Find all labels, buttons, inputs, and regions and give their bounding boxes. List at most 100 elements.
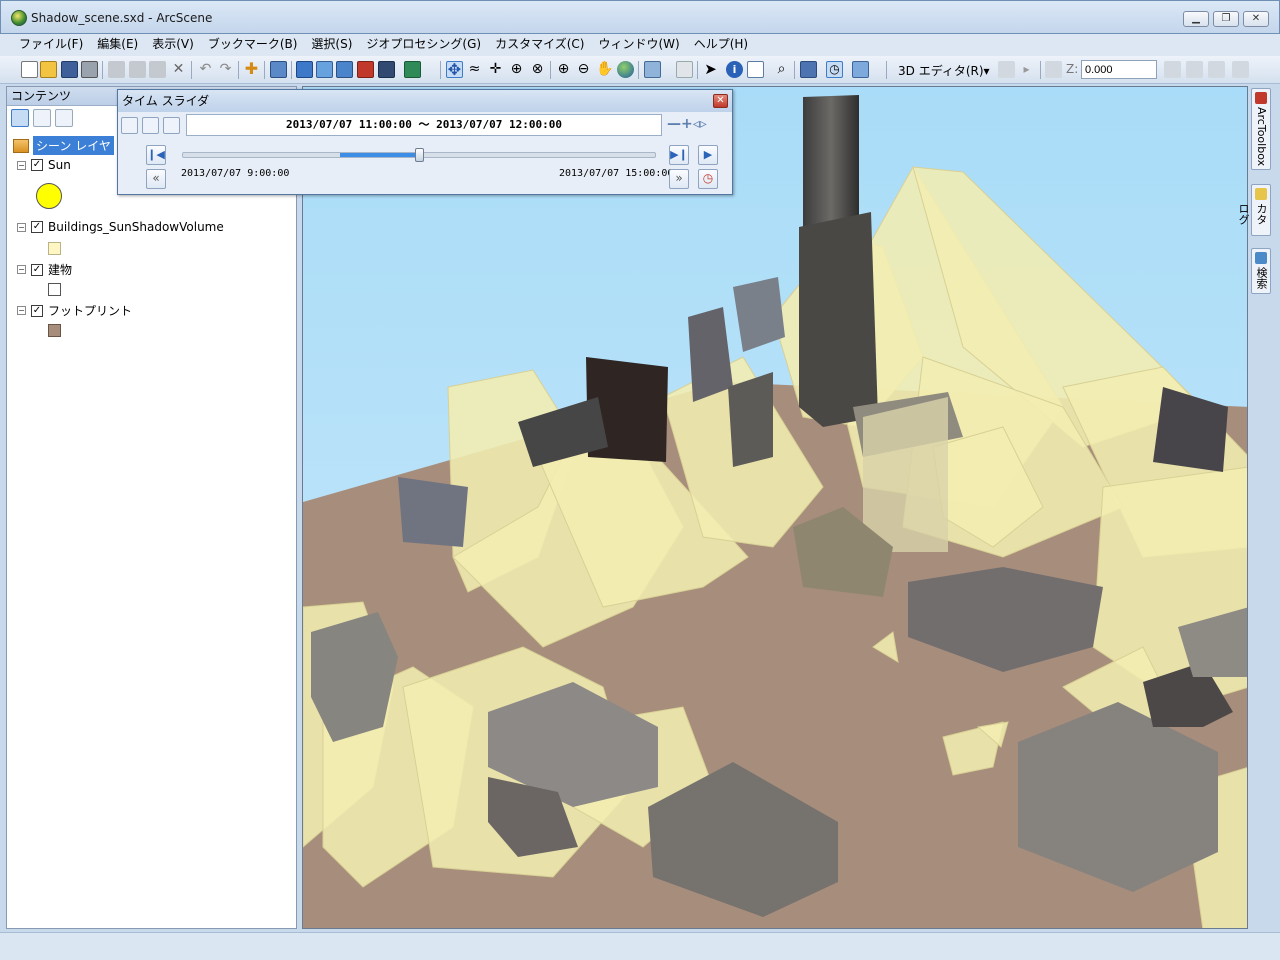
- z-value-input[interactable]: [1081, 60, 1157, 79]
- shadow-volume-symbol: [48, 242, 61, 255]
- collapse-icon[interactable]: −: [17, 265, 26, 274]
- layer-row-shadow-volume[interactable]: − ✓ Buildings_SunShadowVolume: [17, 220, 224, 234]
- search-tab[interactable]: 検索: [1251, 248, 1271, 294]
- identify-icon[interactable]: i: [726, 61, 743, 78]
- scene-canvas[interactable]: [303, 87, 1248, 929]
- export-video-icon[interactable]: [163, 117, 180, 134]
- list-by-source-icon[interactable]: [33, 109, 51, 127]
- close-icon[interactable]: ✕: [713, 94, 728, 108]
- arctoolbox-tab[interactable]: ArcToolbox: [1251, 88, 1271, 170]
- pan-icon[interactable]: ✋: [596, 61, 613, 78]
- center-on-target-icon[interactable]: ✛: [487, 61, 504, 78]
- delete-icon[interactable]: ✕: [170, 61, 187, 78]
- arcscene-icon: [11, 10, 27, 26]
- edit-tool-icon[interactable]: [998, 61, 1015, 78]
- list-by-visibility-icon[interactable]: [55, 109, 73, 127]
- zoom-in-icon[interactable]: ⊕: [555, 61, 572, 78]
- minimize-button[interactable]: ▁: [1183, 11, 1209, 27]
- print-icon[interactable]: [81, 61, 98, 78]
- layer-visibility-checkbox[interactable]: ✓: [31, 304, 43, 317]
- next-icon[interactable]: »: [669, 169, 689, 189]
- menu-edit[interactable]: 編集(E): [90, 34, 145, 56]
- clear-selection-icon[interactable]: [676, 61, 693, 78]
- navigate-icon[interactable]: ✥: [446, 61, 463, 78]
- fly-icon[interactable]: ≈: [466, 61, 483, 78]
- paste-icon[interactable]: [149, 61, 166, 78]
- close-button[interactable]: ✕: [1243, 11, 1269, 27]
- title-bar: Shadow_scene.sxd - ArcScene ▁ ❐ ✕: [0, 0, 1280, 34]
- time-track[interactable]: [182, 148, 656, 162]
- zoom-to-target-icon[interactable]: ⊕: [508, 61, 525, 78]
- snapping-icon[interactable]: [1164, 61, 1181, 78]
- html-popup-icon[interactable]: [747, 61, 764, 78]
- menu-geoprocessing[interactable]: ジオプロセシング(G): [359, 34, 488, 56]
- layer-row-footprints[interactable]: − ✓ フットプリント: [17, 302, 132, 319]
- menu-file[interactable]: ファイル(F): [12, 34, 90, 56]
- move-icon[interactable]: [1186, 61, 1203, 78]
- open-folder-icon[interactable]: [40, 61, 57, 78]
- playback-options-icon[interactable]: ◷: [698, 169, 718, 189]
- save-icon[interactable]: [61, 61, 78, 78]
- scene-layers-row[interactable]: シーン レイヤ: [13, 136, 114, 155]
- maximize-button[interactable]: ❐: [1213, 11, 1239, 27]
- layer-visibility-checkbox[interactable]: ✓: [31, 221, 43, 233]
- find-icon[interactable]: ⌕: [773, 61, 790, 78]
- undo-icon[interactable]: ↶: [197, 61, 214, 78]
- collapse-icon[interactable]: −: [17, 306, 26, 315]
- time-window-icon[interactable]: [142, 117, 159, 134]
- toolbox-icon[interactable]: [357, 61, 374, 78]
- go-to-end-icon[interactable]: ▶❙: [669, 145, 689, 165]
- layer-row-buildings[interactable]: − ✓ 建物: [17, 261, 72, 278]
- set-observer-icon[interactable]: ⊗: [529, 61, 546, 78]
- table-of-contents: コンテンツ シーン レイヤ − ✓ Sun − ✓ Buildings_SunS…: [6, 86, 297, 929]
- python-window-icon[interactable]: [378, 61, 395, 78]
- layer-row-sun[interactable]: − ✓ Sun: [17, 158, 71, 172]
- catalog-tab[interactable]: カタログ: [1237, 184, 1271, 236]
- rotate-icon[interactable]: [1208, 61, 1225, 78]
- table-icon[interactable]: [296, 61, 313, 78]
- menu-selection[interactable]: 選択(S): [304, 34, 359, 56]
- select-elements-icon[interactable]: ➤: [702, 61, 719, 78]
- menu-bookmarks[interactable]: ブックマーク(B): [201, 34, 305, 56]
- menu-help[interactable]: ヘルプ(H): [687, 34, 755, 56]
- catalog-window-icon[interactable]: [316, 61, 333, 78]
- time-slider-title: タイム スライダ: [118, 90, 732, 112]
- 3d-editor-menu[interactable]: 3D エディタ(R)▾: [898, 62, 990, 79]
- select-features-icon[interactable]: [644, 61, 661, 78]
- copy-icon[interactable]: [129, 61, 146, 78]
- search-tab-label: 検索: [1255, 267, 1268, 289]
- results-window-icon[interactable]: [336, 61, 353, 78]
- animation-icon[interactable]: [800, 61, 817, 78]
- zoom-out-icon[interactable]: ⊖: [575, 61, 592, 78]
- play-icon[interactable]: ▶: [698, 145, 718, 165]
- menu-customize[interactable]: カスタマイズ(C): [488, 34, 591, 56]
- layer-visibility-checkbox[interactable]: ✓: [31, 263, 43, 276]
- list-by-drawing-order-icon[interactable]: [11, 109, 29, 127]
- time-slider-options-icon[interactable]: [121, 117, 138, 134]
- attributes-icon[interactable]: [1232, 61, 1249, 78]
- sketch-tool-icon[interactable]: ▸: [1018, 61, 1035, 78]
- full-extent-icon[interactable]: [617, 61, 634, 78]
- edit-vertices-icon[interactable]: [1045, 61, 1062, 78]
- layer-name: フットプリント: [48, 304, 133, 318]
- menu-windows[interactable]: ウィンドウ(W): [591, 34, 686, 56]
- add-data-icon[interactable]: ✚: [243, 61, 260, 78]
- new-document-icon[interactable]: [21, 61, 38, 78]
- collapse-icon[interactable]: −: [17, 222, 26, 232]
- scene-properties-icon[interactable]: [270, 61, 287, 78]
- time-slider-icon[interactable]: ◷: [826, 61, 843, 78]
- building: [863, 397, 948, 552]
- zoom-time-icon[interactable]: —+◃▹: [667, 117, 707, 131]
- previous-icon[interactable]: «: [146, 169, 166, 189]
- scene-view[interactable]: [302, 86, 1248, 929]
- go-to-start-icon[interactable]: ❙◀: [146, 145, 166, 165]
- redo-icon[interactable]: ↷: [217, 61, 234, 78]
- layer-visibility-checkbox[interactable]: ✓: [31, 159, 43, 171]
- menu-bar: ファイル(F) 編集(E) 表示(V) ブックマーク(B) 選択(S) ジオプロ…: [0, 34, 1280, 56]
- menu-view[interactable]: 表示(V): [145, 34, 201, 56]
- 3d-effects-icon[interactable]: [852, 61, 869, 78]
- time-thumb[interactable]: [415, 148, 424, 162]
- collapse-icon[interactable]: −: [17, 160, 26, 170]
- modelbuilder-icon[interactable]: [404, 61, 421, 78]
- cut-icon[interactable]: [108, 61, 125, 78]
